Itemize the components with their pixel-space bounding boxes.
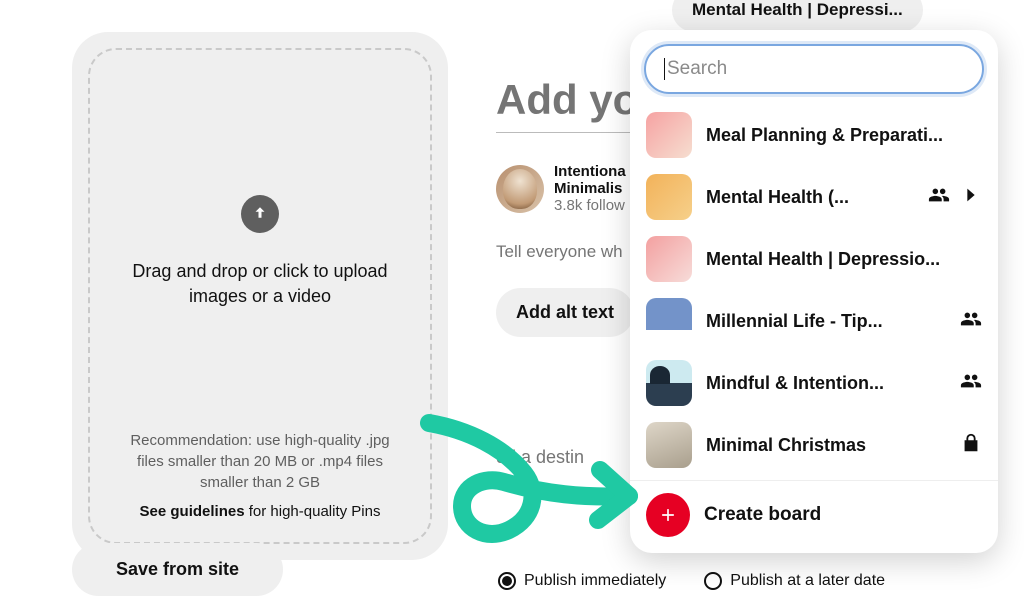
- board-item[interactable]: Mental Health | Depressio...: [638, 228, 990, 290]
- text-caret: [664, 58, 665, 80]
- radio-checked-icon: [498, 572, 516, 590]
- group-icon: [960, 308, 982, 335]
- publish-radio-group: Publish immediately Publish at a later d…: [498, 572, 885, 590]
- board-picker-popover: Meal Planning & Preparati... Mental Heal…: [630, 30, 998, 553]
- avatar: [496, 165, 544, 213]
- board-thumbnail: [646, 236, 692, 282]
- board-label: Minimal Christmas: [706, 435, 952, 456]
- board-selected-pill[interactable]: Mental Health | Depressi...: [672, 0, 923, 32]
- plus-icon: [646, 493, 690, 537]
- board-search-box[interactable]: [644, 44, 984, 94]
- board-label: Mental Health | Depressio...: [706, 249, 982, 270]
- board-item[interactable]: Meal Planning & Preparati...: [638, 104, 990, 166]
- board-list: Meal Planning & Preparati... Mental Heal…: [630, 102, 998, 480]
- guidelines-link-rest: for high-quality Pins: [245, 503, 381, 520]
- board-thumbnail: [646, 112, 692, 158]
- board-item[interactable]: Mental Health (...: [638, 166, 990, 228]
- board-label: Millennial Life - Tip...: [706, 311, 952, 332]
- chevron-right-icon: [960, 184, 982, 211]
- board-item[interactable]: Mindful & Intention...: [638, 352, 990, 414]
- group-icon: [960, 370, 982, 397]
- board-label: Mindful & Intention...: [706, 373, 952, 394]
- guidelines-link-bold: See guidelines: [140, 503, 245, 520]
- upload-prompt-text: Drag and drop or click to upload images …: [120, 259, 400, 309]
- board-item[interactable]: Millennial Life - Tip...: [638, 290, 990, 352]
- publish-later-label: Publish at a later date: [730, 572, 885, 590]
- lock-icon: [960, 432, 982, 459]
- publish-later-radio[interactable]: Publish at a later date: [704, 572, 885, 590]
- board-label: Mental Health (...: [706, 187, 920, 208]
- board-search-input[interactable]: [667, 58, 964, 80]
- create-board-label: Create board: [704, 504, 821, 526]
- board-item[interactable]: Minimal Christmas: [638, 414, 990, 476]
- follower-count: 3.8k follow: [554, 197, 626, 214]
- profile-name: Intentiona: [554, 163, 626, 180]
- group-icon: [928, 184, 950, 211]
- board-label: Meal Planning & Preparati...: [706, 125, 982, 146]
- upload-arrow-icon: [241, 195, 279, 233]
- board-thumbnail: [646, 298, 692, 344]
- radio-unchecked-icon: [704, 572, 722, 590]
- publish-immediately-radio[interactable]: Publish immediately: [498, 572, 666, 590]
- upload-recommendation: Recommendation: use high-quality .jpg fi…: [120, 430, 400, 522]
- publish-now-label: Publish immediately: [524, 572, 666, 590]
- board-thumbnail: [646, 174, 692, 220]
- guidelines-link[interactable]: See guidelines for high-quality Pins: [120, 501, 400, 522]
- upload-recommendation-text: Recommendation: use high-quality .jpg fi…: [120, 430, 400, 493]
- save-from-site-button[interactable]: Save from site: [72, 543, 283, 596]
- board-thumbnail: [646, 360, 692, 406]
- upload-area[interactable]: Drag and drop or click to upload images …: [72, 32, 448, 560]
- add-alt-text-button[interactable]: Add alt text: [496, 288, 634, 337]
- profile-sub: Minimalis: [554, 180, 626, 197]
- board-thumbnail: [646, 422, 692, 468]
- upload-dropzone[interactable]: Drag and drop or click to upload images …: [88, 48, 432, 544]
- create-board-button[interactable]: Create board: [630, 480, 998, 553]
